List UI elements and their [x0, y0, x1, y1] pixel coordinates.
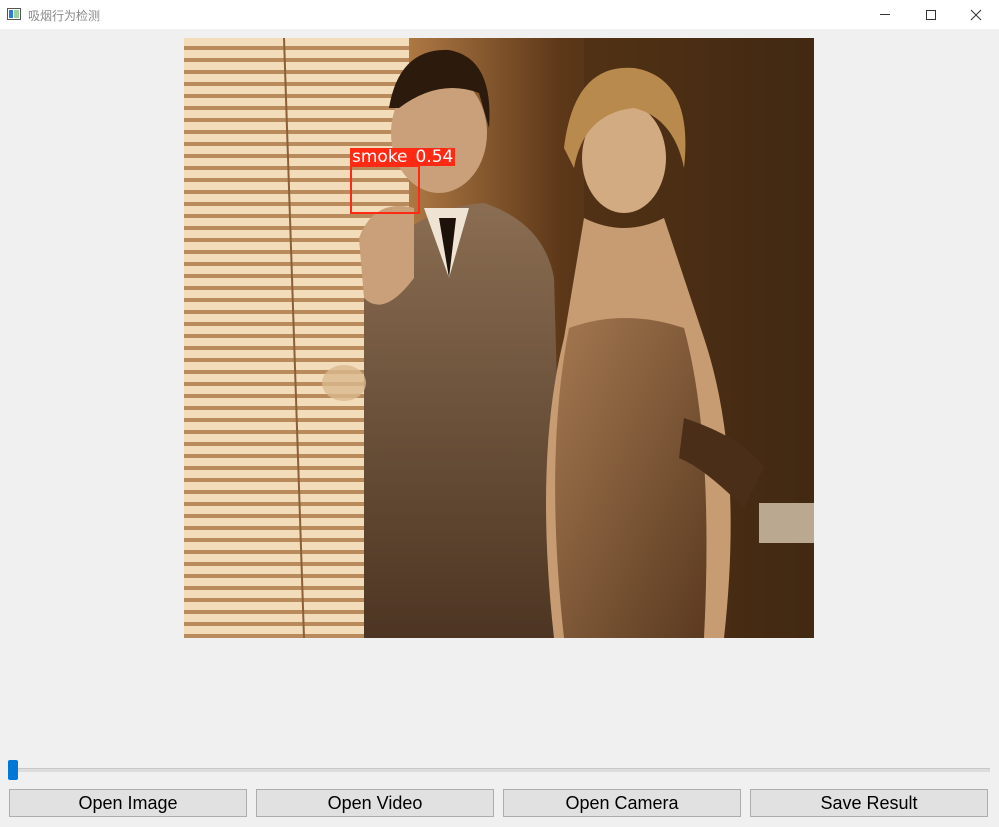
maximize-icon: [926, 10, 936, 20]
open-camera-button[interactable]: Open Camera: [503, 789, 741, 817]
maximize-button[interactable]: [908, 0, 954, 29]
result-image-view: smoke 0.54: [184, 38, 814, 638]
progress-slider-track[interactable]: [9, 768, 990, 772]
detection-label: smoke 0.54: [350, 147, 456, 167]
app-window-icon: [7, 8, 21, 20]
progress-slider-handle[interactable]: [8, 760, 18, 780]
minimize-button[interactable]: [862, 0, 908, 29]
minimize-icon: [880, 14, 890, 15]
title-bar: 吸烟行为检测: [0, 0, 999, 29]
detection-photo: [184, 38, 814, 638]
detection-class: smoke: [352, 147, 408, 167]
window-title: 吸烟行为检测: [28, 9, 101, 23]
detection-bounding-box: [350, 165, 420, 214]
open-image-button[interactable]: Open Image: [9, 789, 247, 817]
close-button[interactable]: [953, 0, 999, 29]
detection-score: 0.54: [415, 147, 454, 167]
save-result-button[interactable]: Save Result: [750, 789, 988, 817]
open-video-button[interactable]: Open Video: [256, 789, 494, 817]
close-icon: [970, 9, 982, 21]
